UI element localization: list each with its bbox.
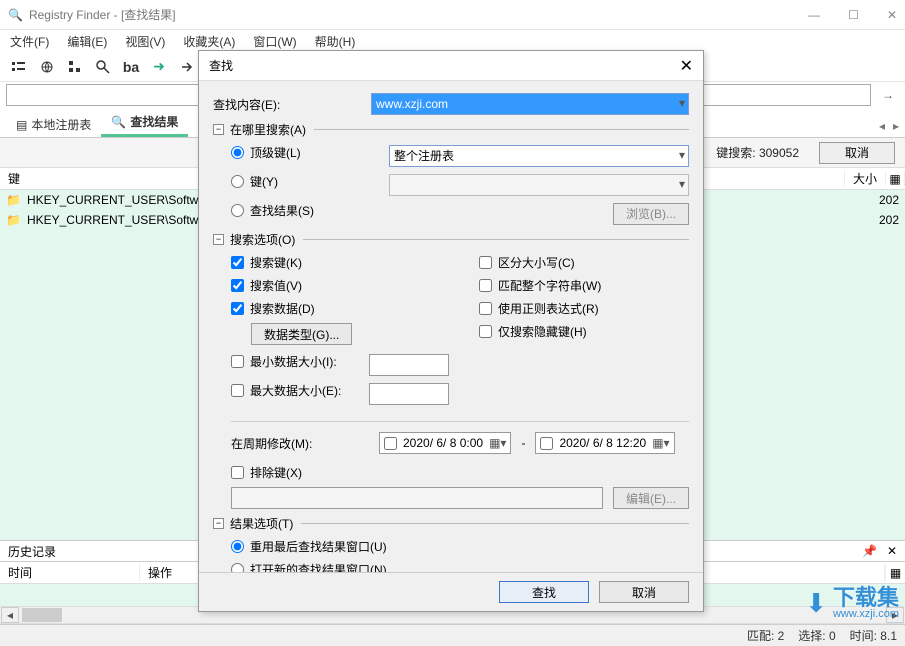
download-icon: ⬇ <box>805 588 827 619</box>
edit-exclude-button: 编辑(E)... <box>613 487 689 509</box>
toolbar-btn-2[interactable] <box>36 56 58 78</box>
group-where-label: 在哪里搜索(A) <box>230 121 306 138</box>
cancel-search-button[interactable]: 取消 <box>819 142 895 164</box>
group-options-label: 搜索选项(O) <box>230 231 295 248</box>
menubar: 文件(F) 编辑(E) 视图(V) 收藏夹(A) 窗口(W) 帮助(H) <box>0 30 905 52</box>
group-result-label: 结果选项(T) <box>230 515 293 532</box>
check-regex[interactable]: 使用正则表达式(R) <box>479 300 689 317</box>
menu-edit[interactable]: 编辑(E) <box>67 33 107 50</box>
watermark-name: 下载集 <box>833 587 899 609</box>
check-hidden[interactable]: 仅搜索隐藏键(H) <box>479 323 689 340</box>
menu-file[interactable]: 文件(F) <box>10 33 49 50</box>
scroll-thumb[interactable] <box>22 608 62 622</box>
folder-icon: 📁 <box>6 193 21 207</box>
check-search-keys[interactable]: 搜索键(K) <box>231 254 449 271</box>
min-size-input <box>369 354 449 376</box>
status-time: 时间: 8.1 <box>850 627 897 644</box>
tab-nav-left[interactable]: ◂ <box>879 119 885 133</box>
status-match: 匹配: 2 <box>747 627 784 644</box>
check-search-data[interactable]: 搜索数据(D) <box>231 300 449 317</box>
check-search-values[interactable]: 搜索值(V) <box>231 277 449 294</box>
history-col-time[interactable]: 时间 <box>0 564 140 581</box>
radio-new-window[interactable]: 打开新的查找结果窗口(N) <box>231 561 689 572</box>
date-range-label: 在周期修改(M): <box>231 435 369 452</box>
collapse-icon[interactable]: − <box>213 518 224 529</box>
check-case[interactable]: 区分大小写(C) <box>479 254 689 271</box>
maximize-button[interactable]: ☐ <box>848 8 859 22</box>
dialog-title: 查找 <box>209 57 233 74</box>
dialog-close-button[interactable]: ✕ <box>680 56 693 76</box>
window-title: Registry Finder - [查找结果] <box>29 6 176 23</box>
toolbar-btn-4[interactable] <box>92 56 114 78</box>
search-content-input[interactable] <box>371 93 689 115</box>
date-from[interactable]: 2020/ 6/ 8 0:00▦▾ <box>379 432 511 454</box>
tab-nav-right[interactable]: ▸ <box>893 119 899 133</box>
tab-local-registry[interactable]: ▤ 本地注册表 <box>6 112 101 137</box>
browse-button: 浏览(B)... <box>613 203 689 225</box>
history-title: 历史记录 <box>8 543 56 560</box>
cancel-button[interactable]: 取消 <box>599 581 689 603</box>
col-size[interactable]: 大小 <box>845 170 885 187</box>
menu-view[interactable]: 视图(V) <box>125 33 165 50</box>
tab-label: 查找结果 <box>130 113 178 130</box>
collapse-icon[interactable]: − <box>213 234 224 245</box>
data-types-button[interactable]: 数据类型(G)... <box>251 323 352 345</box>
toolbar-btn-6[interactable]: ➜ <box>148 56 170 78</box>
toolbar-btn-7[interactable] <box>176 56 198 78</box>
app-icon: 🔍 <box>8 8 23 22</box>
folder-icon: 📁 <box>6 213 21 227</box>
menu-window[interactable]: 窗口(W) <box>253 33 296 50</box>
menu-help[interactable]: 帮助(H) <box>315 33 356 50</box>
search-progress: 键搜索: 309052 <box>716 144 799 161</box>
row-date: 202 <box>875 213 905 227</box>
top-key-select[interactable] <box>389 145 689 167</box>
calendar-icon: ▦▾ <box>489 436 506 450</box>
check-max-size[interactable]: 最大数据大小(E): <box>231 382 369 399</box>
status-select: 选择: 0 <box>798 627 835 644</box>
check-exclude[interactable]: 排除键(X) <box>231 464 689 481</box>
watermark-url: www.xzji.com <box>833 609 899 620</box>
find-button[interactable]: 查找 <box>499 581 589 603</box>
radio-key[interactable]: 键(Y) <box>231 173 389 190</box>
pin-icon[interactable]: 📌 <box>862 544 877 558</box>
toolbar-btn-1[interactable] <box>8 56 30 78</box>
collapse-icon[interactable]: − <box>213 124 224 135</box>
radio-reuse-window[interactable]: 重用最后查找结果窗口(U) <box>231 538 689 555</box>
watermark: ⬇ 下载集 www.xzji.com <box>805 587 899 620</box>
toolbar-btn-5[interactable]: ba <box>120 56 142 78</box>
statusbar: 匹配: 2 选择: 0 时间: 8.1 <box>0 624 905 646</box>
calendar-icon: ▦▾ <box>652 436 669 450</box>
search-icon: 🔍 <box>111 115 126 129</box>
close-button[interactable]: ✕ <box>887 8 897 22</box>
scroll-left[interactable]: ◂ <box>1 607 19 623</box>
dialog-titlebar: 查找 ✕ <box>199 51 703 81</box>
tab-search-results[interactable]: 🔍 查找结果 <box>101 109 188 137</box>
go-button[interactable]: → <box>877 84 899 106</box>
check-whole[interactable]: 匹配整个字符串(W) <box>479 277 689 294</box>
date-to[interactable]: 2020/ 6/ 8 12:20▦▾ <box>535 432 674 454</box>
row-date: 202 <box>875 193 905 207</box>
tab-label: 本地注册表 <box>31 116 91 133</box>
radio-results[interactable]: 查找结果(S) <box>231 202 389 219</box>
check-min-size[interactable]: 最小数据大小(I): <box>231 353 369 370</box>
exclude-input <box>231 487 603 509</box>
registry-icon: ▤ <box>16 118 27 132</box>
radio-top-key[interactable]: 顶级键(L) <box>231 144 389 161</box>
menu-favorites[interactable]: 收藏夹(A) <box>183 33 235 50</box>
find-dialog: 查找 ✕ 查找内容(E): ▾ − 在哪里搜索(A) 顶级键(L) <box>198 50 704 612</box>
max-size-input <box>369 383 449 405</box>
toolbar-btn-3[interactable] <box>64 56 86 78</box>
titlebar: 🔍 Registry Finder - [查找结果] — ☐ ✕ <box>0 0 905 30</box>
col-overflow[interactable]: ▦ <box>885 172 905 186</box>
key-select <box>389 174 689 196</box>
close-history-button[interactable]: ✕ <box>887 544 897 558</box>
history-col-overflow[interactable]: ▦ <box>885 566 905 580</box>
minimize-button[interactable]: — <box>808 8 820 22</box>
search-content-label: 查找内容(E): <box>213 96 371 113</box>
